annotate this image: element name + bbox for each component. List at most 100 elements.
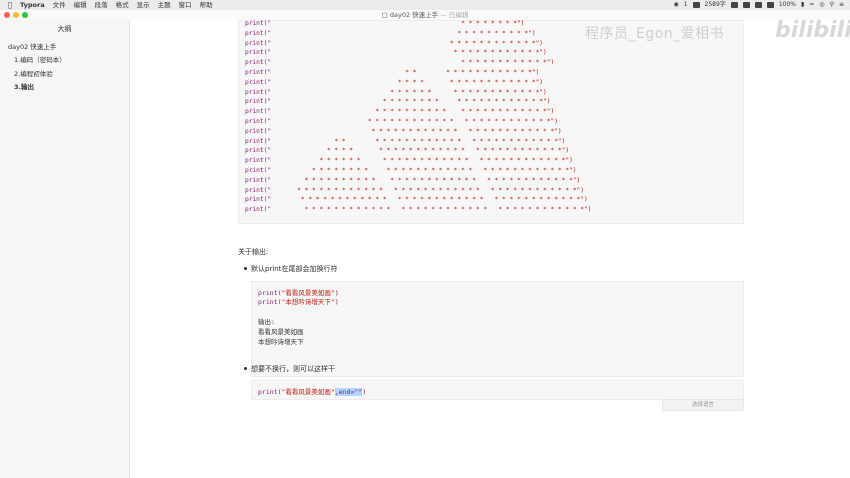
code-fn: print(": [245, 29, 272, 37]
word-count: 2589字: [704, 1, 726, 8]
code-string: * * * * * * * * * * * * * * * * * *"): [271, 88, 547, 96]
wifi-icon[interactable]: ≈: [809, 0, 814, 10]
menu-edit[interactable]: 编辑: [74, 0, 87, 10]
code-fn: print(": [245, 59, 272, 67]
code-string: * * * * * * * * * * * * * * * * * * * * …: [271, 206, 592, 214]
code-line: print(" * * * * * * * * * *"): [245, 30, 536, 37]
code-string: * * * * * * * * * * * *"): [271, 39, 544, 47]
code-string: * * * * * * * * * * * * * * * * * * * * …: [271, 137, 566, 145]
code-line: print(" * * * * * * * * * * * * * * * * …: [245, 147, 569, 154]
code-line: print(" * * * * * * * * * * * * * * * * …: [245, 89, 547, 96]
code-block-print-example[interactable]: print("看看风景美如画") print("本想吟诗增天下") 输出: 看看…: [251, 281, 744, 377]
code-string: * * * * * * * *"): [271, 20, 525, 27]
code-line: print(" * * * * * * * * * * * * * * * * …: [245, 167, 577, 174]
code-line: print(" * * * * * * * * * * * * * * * *"…: [245, 79, 543, 86]
search-icon[interactable]: ⚲: [830, 0, 834, 10]
edited-status: — 已编辑: [440, 11, 469, 19]
bullet-dot: [244, 267, 247, 270]
battery-percent: 100%: [778, 1, 796, 8]
outline-title: 大纲: [57, 25, 72, 33]
code-string: * * * * * * * * * * * * * * * * * * * * …: [271, 176, 581, 184]
code-fn: print(": [245, 39, 272, 47]
output-line-1: 看看风景美如画: [258, 328, 304, 336]
code-string: * * * * * * * * * * * * * * * * * * * * …: [271, 157, 573, 165]
code-line: print(" * * * * * * * * * * * * * * * * …: [245, 118, 558, 125]
notification-icon[interactable]: ◎: [819, 0, 824, 10]
menu-theme[interactable]: 主题: [158, 0, 171, 10]
menu-help[interactable]: 帮助: [200, 0, 213, 10]
status-icon-1[interactable]: [730, 2, 738, 8]
screen-icon[interactable]: [692, 2, 700, 8]
code-fn: print(": [245, 196, 272, 204]
wechat-count: 1: [683, 1, 688, 8]
code-fn: print(": [245, 88, 272, 96]
code-line: print(" * * * * * * * * * * * * * * * * …: [245, 177, 580, 184]
code-fn: print(": [245, 206, 272, 214]
menu-view[interactable]: 显示: [137, 0, 150, 10]
menu-paragraph[interactable]: 段落: [95, 0, 108, 10]
outline-item-encoding[interactable]: 1.编码（密码本）: [14, 54, 66, 64]
app-menu[interactable]: Typora: [20, 0, 45, 10]
code-block-end-param[interactable]: print("看看风景美如画",end=""): [251, 380, 744, 400]
code-line: print(" * * * * * * * * * * * *"): [245, 49, 547, 56]
code-line: print(" * * * * * * * * * * * * * * * * …: [245, 98, 550, 105]
code-fn: print(": [245, 157, 272, 165]
code-fn: print(": [245, 49, 272, 57]
code-line: print(" * * * * * * * * * * * * * * * * …: [245, 108, 554, 115]
status-icon-2[interactable]: [742, 2, 750, 8]
code-string: * * * * * * * * * *"): [271, 29, 536, 37]
status-icon-4[interactable]: [766, 2, 774, 8]
apple-icon[interactable]: : [8, 0, 16, 10]
document-icon: □: [381, 11, 388, 19]
code-fn: print(": [245, 20, 272, 27]
code-paren: ): [334, 298, 339, 306]
code-fn: print(": [245, 108, 272, 116]
wechat-icon[interactable]: ◉: [673, 0, 678, 10]
code-string: "看看风景美如画": [281, 388, 335, 396]
outline-item-output[interactable]: 3.输出: [14, 81, 34, 91]
menu-file[interactable]: 文件: [53, 0, 66, 10]
code-line: print(" * * * * * * * * * * * * * *"): [245, 69, 539, 76]
bullet-text-no-newline: 想要不换行，则可以这样干: [251, 365, 335, 373]
code-fn: print(: [258, 298, 282, 306]
code-string: * * * * * * * * * * * * * *"): [271, 69, 540, 76]
selected-text[interactable]: ,end="": [334, 388, 363, 396]
watermark-text: 程序员_Egon_爱相书: [585, 26, 725, 42]
code-string: * * * * * * * * * * * *"): [271, 59, 555, 67]
code-string: * * * * * * * * * * * * * * * * * * * * …: [271, 186, 584, 194]
code-string: * * * * * * * * * * * * * * * * * * * * …: [271, 118, 558, 125]
code-string: * * * * * * * * * * * * * * * * * * * * …: [271, 147, 570, 155]
output-line-2: 本想吟诗增天下: [258, 338, 304, 346]
code-line: print(" * * * * * * * * * * * * * * * * …: [245, 187, 584, 194]
window-title: □ day02 快速上手 — 已编辑: [0, 10, 850, 20]
code-string: * * * * * * * * * * * * * * * * * * * * …: [271, 196, 588, 204]
menu-window[interactable]: 窗口: [179, 0, 192, 10]
code-string: * * * * * * * * * * * *"): [271, 49, 547, 57]
outline-item-day02[interactable]: day02 快速上手: [8, 41, 56, 51]
code-string: * * * * * * * * * * * * * * * * * * * * …: [271, 127, 562, 135]
code-fn: print(": [245, 147, 272, 155]
code-block-star-art[interactable]: print(" * * * * * * * *") print(" * * * *…: [238, 20, 744, 224]
code-fn: print(": [245, 69, 272, 76]
code-string: * * * * * * * * * * * * * * * *"): [271, 78, 544, 86]
code-fn: print(": [245, 127, 272, 135]
code-line: print(" * * * * * * * *"): [245, 20, 524, 27]
outline-item-first-program[interactable]: 2.编程初体验: [14, 68, 53, 78]
bullet-dot: [244, 367, 247, 370]
output-label: 输出:: [258, 318, 275, 326]
code-line: print(" * * * * * * * * * * * * * * * * …: [245, 138, 565, 145]
code-fn: print(": [245, 176, 272, 184]
menu-format[interactable]: 格式: [116, 0, 129, 10]
battery-icon[interactable]: ▮: [801, 0, 804, 10]
code-fn: print(": [245, 78, 272, 86]
code-fn: print(: [258, 388, 282, 396]
editor-area[interactable]: print(" * * * * * * * *") print(" * * * *…: [130, 18, 850, 478]
code-line: print(" * * * * * * * * * * * * * * * * …: [245, 196, 588, 203]
code-line: print(" * * * * * * * * * * * * * * * * …: [245, 157, 573, 164]
list-icon[interactable]: ≡: [839, 0, 844, 10]
code-line: print(" * * * * * * * * * * * *"): [245, 40, 543, 47]
code-string: "本想吟诗增天下": [281, 298, 335, 306]
select-language-button[interactable]: 选择语言: [662, 399, 744, 411]
code-fn: print(": [245, 137, 272, 145]
status-icon-3[interactable]: [754, 2, 762, 8]
